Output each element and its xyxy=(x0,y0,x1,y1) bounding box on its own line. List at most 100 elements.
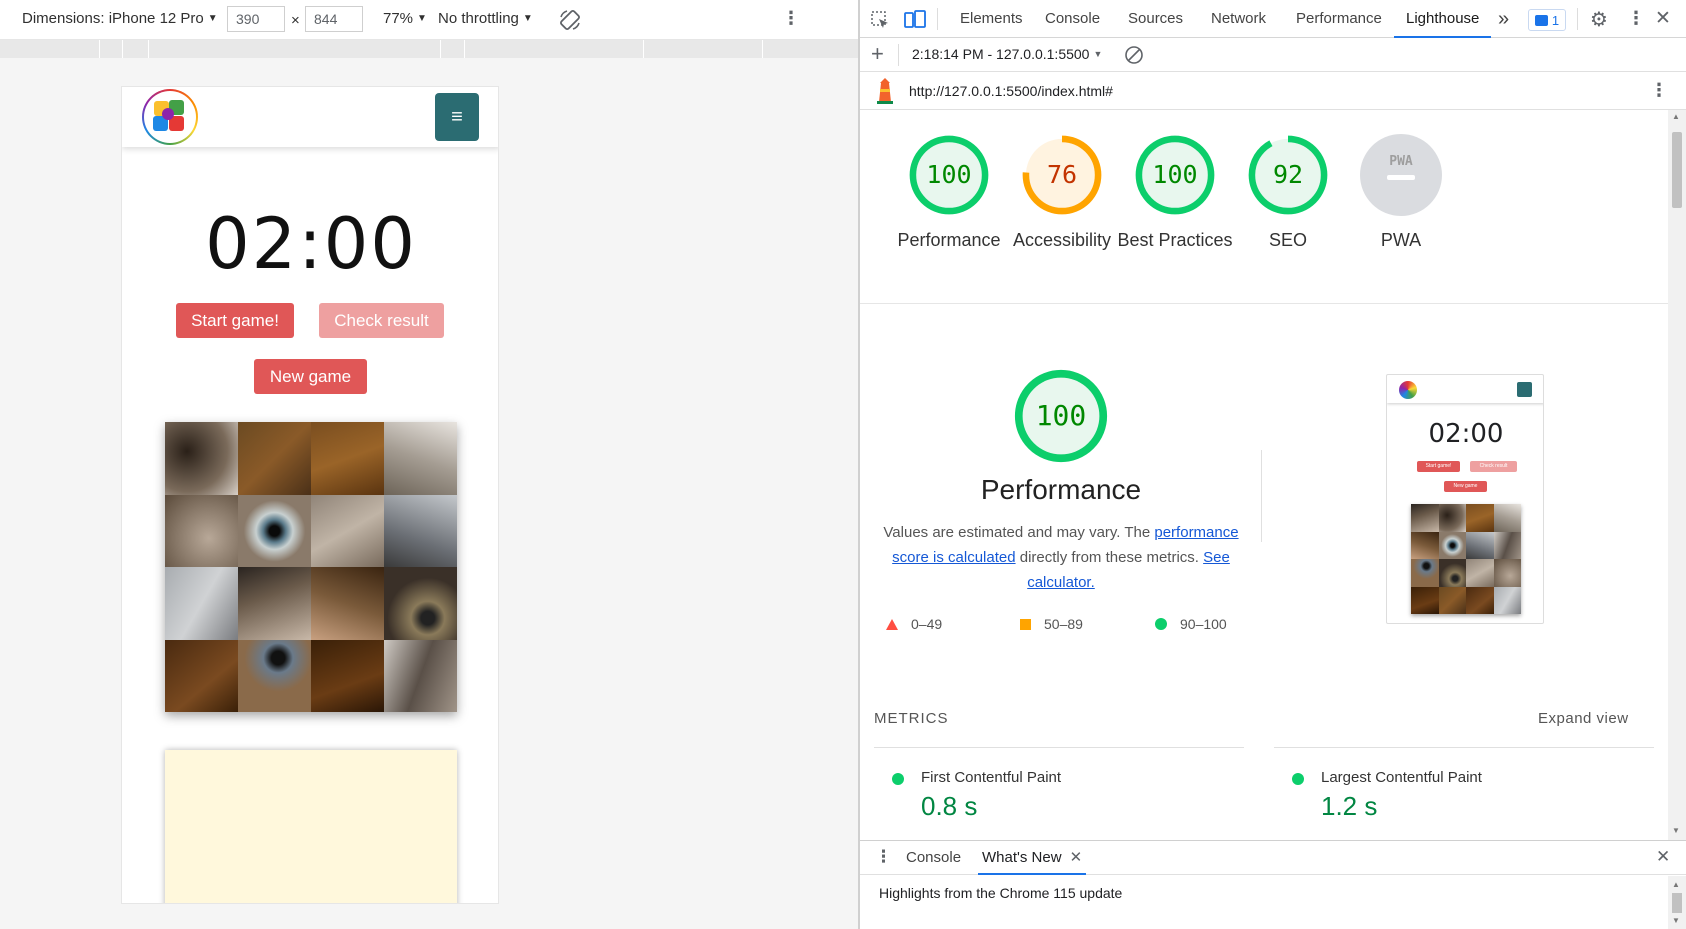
inspect-element-icon[interactable] xyxy=(870,10,890,30)
device-dropdown[interactable]: Dimensions: iPhone 12 Pro ▼ xyxy=(22,10,218,27)
report-selector[interactable]: 2:18:14 PM - 127.0.0.1:5500 ▼ xyxy=(912,46,1102,62)
metrics-heading: METRICS xyxy=(874,710,949,727)
scrollbar-thumb[interactable] xyxy=(1672,132,1682,208)
scroll-down-icon[interactable]: ▼ xyxy=(1672,916,1680,925)
puzzle-tile[interactable] xyxy=(384,639,457,712)
gauge-label[interactable]: Performance xyxy=(884,228,1014,253)
devtools-tabbar: Elements Console Sources Network Perform… xyxy=(860,0,1686,38)
puzzle-tile[interactable] xyxy=(238,494,311,567)
thumb-puzzle-tile xyxy=(1438,531,1466,559)
answer-dropzone[interactable] xyxy=(165,750,457,903)
drawer-tab-console[interactable]: Console xyxy=(906,849,961,866)
gauge-label[interactable]: Accessibility xyxy=(997,228,1127,253)
puzzle-tile[interactable] xyxy=(311,639,384,712)
performance-description: Values are estimated and may vary. The p… xyxy=(874,520,1248,595)
caret-down-icon: ▼ xyxy=(1093,49,1103,59)
tab-network[interactable]: Network xyxy=(1211,0,1266,38)
more-vert-icon[interactable]: ⋮ xyxy=(1627,8,1645,29)
gauge-label[interactable]: Best Practices xyxy=(1110,228,1240,253)
scroll-up-icon[interactable]: ▲ xyxy=(1672,112,1680,121)
caret-down-icon: ▼ xyxy=(207,13,218,24)
issues-badge[interactable]: 1 xyxy=(1528,9,1566,31)
thumb-timer: 02:00 xyxy=(1428,419,1504,449)
more-tabs-icon[interactable]: » xyxy=(1498,0,1509,38)
green-circle-icon xyxy=(1155,618,1167,630)
puzzle-tile[interactable] xyxy=(238,422,311,495)
drawer-tab-whats-new[interactable]: What's New ✕ xyxy=(978,841,1087,875)
score-legend-item: 0–49 xyxy=(886,616,942,632)
desc-text: Values are estimated and may vary. The xyxy=(883,524,1155,541)
puzzle-tile[interactable] xyxy=(311,422,384,495)
devtools-panel: Elements Console Sources Network Perform… xyxy=(860,0,1686,929)
puzzle-tile[interactable] xyxy=(238,567,311,640)
expand-view-toggle[interactable]: Expand view xyxy=(1538,710,1629,727)
width-input[interactable] xyxy=(227,6,285,32)
tab-sources[interactable]: Sources xyxy=(1128,0,1183,38)
scroll-up-icon[interactable]: ▲ xyxy=(1672,880,1680,889)
gauge-best-practices[interactable]: 100 xyxy=(1134,134,1216,216)
final-screenshot-thumbnail[interactable]: 02:00 Start game! Check result New game xyxy=(1386,374,1544,624)
close-icon[interactable]: ✕ xyxy=(1070,841,1083,873)
gauge-accessibility[interactable]: 76 xyxy=(1021,134,1103,216)
thumb-puzzle-tile xyxy=(1411,586,1439,614)
pass-circle-icon xyxy=(1292,773,1304,785)
puzzle-tile[interactable] xyxy=(311,567,384,640)
tab-lighthouse[interactable]: Lighthouse xyxy=(1394,0,1492,38)
rotate-icon[interactable] xyxy=(558,8,582,32)
report-url-bar: http://127.0.0.1:5500/index.html# ⋮ xyxy=(860,72,1686,110)
new-game-button[interactable]: New game xyxy=(254,359,367,394)
gauge-score: 76 xyxy=(1046,160,1078,189)
puzzle-tile[interactable] xyxy=(238,639,311,712)
puzzle-tile[interactable] xyxy=(384,494,457,567)
message-icon xyxy=(1534,14,1548,26)
scroll-down-icon[interactable]: ▼ xyxy=(1672,826,1680,835)
device-emulation-pane: Dimensions: iPhone 12 Pro ▼ × 77% ▼ No t… xyxy=(0,0,858,929)
more-vert-icon[interactable]: ⋮ xyxy=(782,8,800,29)
device-dropdown-label: Dimensions: iPhone 12 Pro xyxy=(22,10,204,27)
close-drawer-icon[interactable]: ✕ xyxy=(1656,847,1670,867)
thumb-puzzle-tile xyxy=(1438,559,1466,587)
gauge-score: 100 xyxy=(926,160,972,189)
device-viewport: ≡ 02:00 Start game! Check result New gam… xyxy=(121,86,499,904)
start-game-button[interactable]: Start game! xyxy=(176,303,294,338)
more-vert-icon[interactable]: ⋮ xyxy=(1650,80,1668,101)
height-input[interactable] xyxy=(305,6,363,32)
check-result-button[interactable]: Check result xyxy=(319,303,444,338)
puzzle-tile[interactable] xyxy=(165,494,238,567)
gauge-label[interactable]: SEO xyxy=(1223,228,1353,253)
settings-gear-icon[interactable]: ⚙ xyxy=(1590,7,1608,32)
drawer-scrollbar[interactable]: ▲ ▼ xyxy=(1668,876,1686,929)
throttling-dropdown[interactable]: No throttling ▼ xyxy=(438,10,533,27)
zoom-dropdown[interactable]: 77% ▼ xyxy=(383,10,427,27)
tab-performance[interactable]: Performance xyxy=(1296,0,1382,38)
puzzle-tile[interactable] xyxy=(384,422,457,495)
divider xyxy=(1261,450,1262,542)
thumb-puzzle-tile xyxy=(1411,504,1439,532)
drawer-tab-whats-new-label: What's New xyxy=(982,849,1062,866)
thumb-start-button: Start game! xyxy=(1417,461,1460,472)
puzzle-tile[interactable] xyxy=(165,567,238,640)
device-toggle-icon[interactable] xyxy=(904,10,926,30)
thumb-new-game-button: New game xyxy=(1444,481,1487,492)
gauge-pwa[interactable]: PWA xyxy=(1360,134,1442,216)
add-icon[interactable]: + xyxy=(871,41,884,67)
gauge-seo[interactable]: 92 xyxy=(1247,134,1329,216)
puzzle-tile[interactable] xyxy=(165,639,238,712)
report-scrollbar[interactable]: ▲ ▼ xyxy=(1668,110,1686,840)
puzzle-tile[interactable] xyxy=(384,567,457,640)
puzzle-logo-icon[interactable] xyxy=(142,89,198,145)
puzzle-tile[interactable] xyxy=(165,422,238,495)
gauge-label[interactable]: PWA xyxy=(1336,228,1466,253)
scrollbar-thumb[interactable] xyxy=(1672,893,1682,913)
close-icon[interactable]: ✕ xyxy=(1655,7,1671,30)
puzzle-tile[interactable] xyxy=(311,494,384,567)
drawer-menu-icon[interactable]: ⋮ xyxy=(875,847,892,867)
score-legend-item: 90–100 xyxy=(1155,616,1227,632)
tab-console[interactable]: Console xyxy=(1045,0,1100,38)
tab-elements[interactable]: Elements xyxy=(960,0,1023,38)
gauge-performance[interactable]: 100 xyxy=(908,134,990,216)
clear-icon[interactable] xyxy=(1124,45,1144,65)
hamburger-menu-button[interactable]: ≡ xyxy=(435,93,479,141)
legend-range: 0–49 xyxy=(911,616,943,632)
thumb-puzzle-tile xyxy=(1438,586,1466,614)
